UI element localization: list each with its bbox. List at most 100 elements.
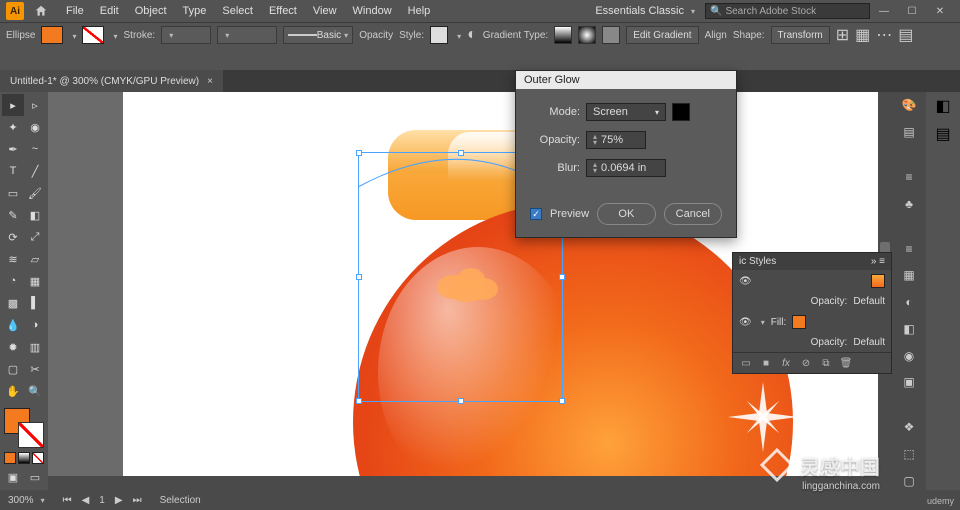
color-mode-gradient[interactable] <box>18 452 30 464</box>
brush-def-dropdown[interactable]: Basic <box>283 26 353 44</box>
horizontal-scrollbar[interactable] <box>48 476 878 490</box>
mode-dropdown[interactable]: Screen▾ <box>586 103 666 121</box>
menu-select[interactable]: Select <box>214 3 261 19</box>
add-stroke-icon[interactable]: ▭ <box>739 356 753 370</box>
selection-handle[interactable] <box>356 150 362 156</box>
symbols-panel-icon[interactable]: ♣ <box>898 194 920 213</box>
slice-tool[interactable]: ✂ <box>24 358 46 380</box>
prev-page-icon[interactable]: ◀ <box>82 495 90 506</box>
menu-window[interactable]: Window <box>345 3 400 19</box>
eye-icon[interactable]: 👁 <box>739 276 752 287</box>
window-minimize-icon[interactable]: — <box>870 0 898 22</box>
lasso-tool[interactable]: ◉ <box>24 116 46 138</box>
edit-gradient-button[interactable]: Edit Gradient <box>626 26 698 44</box>
cancel-button[interactable]: Cancel <box>664 203 722 225</box>
delete-icon[interactable]: 🗑 <box>839 356 853 370</box>
selection-handle[interactable] <box>559 274 565 280</box>
fill-row-swatch[interactable] <box>792 315 806 329</box>
menu-view[interactable]: View <box>305 3 345 19</box>
appearance-thumb[interactable] <box>871 274 885 288</box>
direct-selection-tool[interactable]: ▹ <box>24 94 46 116</box>
zoom-level[interactable]: 300% <box>8 495 45 506</box>
add-fill-icon[interactable]: ■ <box>759 356 773 370</box>
artboard-tool[interactable]: ▢ <box>2 358 24 380</box>
menu-type[interactable]: Type <box>175 3 215 19</box>
eye-icon[interactable]: 👁 <box>739 317 752 328</box>
clear-appearance-icon[interactable]: ⊘ <box>799 356 813 370</box>
color-mode-solid[interactable] <box>4 452 16 464</box>
selection-handle[interactable] <box>458 150 464 156</box>
workspace-switcher[interactable]: Essentials Classic <box>585 3 705 19</box>
type-tool[interactable]: T <box>2 160 24 182</box>
align-pixel-icon[interactable]: ▦ <box>855 25 870 45</box>
gradient-linear-icon[interactable] <box>554 26 572 44</box>
transparency-panel-icon[interactable]: ◧ <box>898 319 920 338</box>
selection-tool[interactable]: ▸ <box>2 94 24 116</box>
blend-tool[interactable]: ◑ <box>24 314 46 336</box>
draw-normal-icon[interactable]: ▣ <box>2 466 24 488</box>
selection-handle[interactable] <box>356 398 362 404</box>
graphic-styles-panel-icon[interactable]: ▣ <box>898 373 920 392</box>
glow-color-swatch[interactable] <box>672 103 690 121</box>
symbol-sprayer-tool[interactable]: ✹ <box>2 336 24 358</box>
gradient-tool[interactable]: ▌ <box>24 292 46 314</box>
hand-tool[interactable]: ✋ <box>2 380 24 402</box>
preview-checkbox[interactable]: ✓ <box>530 208 542 220</box>
width-tool[interactable]: ≋ <box>2 248 24 270</box>
style-dropdown-icon[interactable] <box>454 26 461 44</box>
panel-menu-icon[interactable]: » ≡ <box>871 256 885 267</box>
gradient-panel-icon[interactable]: ◐ <box>898 293 920 312</box>
color-guide-panel-icon[interactable]: ▤ <box>935 124 950 144</box>
shape-builder-tool[interactable]: ◔ <box>2 270 24 292</box>
gradient-freeform-icon[interactable] <box>602 26 620 44</box>
tab-close-icon[interactable]: × <box>207 76 213 87</box>
search-input[interactable]: 🔍 Search Adobe Stock <box>705 3 870 19</box>
column-graph-tool[interactable]: ▥ <box>24 336 46 358</box>
fill-dropdown-icon[interactable] <box>69 26 76 44</box>
properties-panel-icon[interactable]: 🎨 <box>898 96 920 115</box>
color-panel-icon[interactable]: ◧ <box>935 96 950 116</box>
shape-btn-label[interactable]: Shape: <box>733 30 765 41</box>
selection-handle[interactable] <box>559 398 565 404</box>
blur-input[interactable]: ▴▾0.0694 in <box>586 159 666 177</box>
screen-mode-icon[interactable]: ▭ <box>24 466 46 488</box>
zoom-tool[interactable]: 🔍 <box>24 380 46 402</box>
next-page-icon[interactable]: ▶ <box>115 495 123 506</box>
eyedropper-tool[interactable]: 💧 <box>2 314 24 336</box>
panel-toggle-icon[interactable]: ▤ <box>898 25 913 45</box>
home-icon[interactable] <box>32 2 50 20</box>
rectangle-tool[interactable]: ▭ <box>2 182 24 204</box>
opacity-row-value[interactable]: Default <box>853 296 885 307</box>
scale-tool[interactable]: ⤢ <box>24 226 46 248</box>
magic-wand-tool[interactable]: ✦ <box>2 116 24 138</box>
brushes-panel-icon[interactable]: ≡ <box>898 168 920 187</box>
gradient-radial-icon[interactable] <box>578 26 596 44</box>
opacity-input[interactable]: ▴▾75% <box>586 131 646 149</box>
fill-swatch[interactable] <box>41 26 63 44</box>
paintbrush-tool[interactable]: 🖌 <box>24 182 46 204</box>
expand-icon[interactable] <box>758 317 765 328</box>
more-icon[interactable]: ⋯ <box>876 25 892 45</box>
add-effect-icon[interactable]: fx <box>779 356 793 370</box>
menu-edit[interactable]: Edit <box>92 3 127 19</box>
stroke-swatch[interactable] <box>82 26 104 44</box>
shaper-tool[interactable]: ✎ <box>2 204 24 226</box>
window-close-icon[interactable]: ✕ <box>926 0 954 22</box>
recolor-icon[interactable]: ◐ <box>467 26 477 44</box>
color-mode-none[interactable] <box>32 452 44 464</box>
align-label[interactable]: Align <box>705 30 727 41</box>
last-page-icon[interactable]: ⏭ <box>133 495 142 506</box>
ok-button[interactable]: OK <box>597 203 655 225</box>
document-tab[interactable]: Untitled-1* @ 300% (CMYK/GPU Preview) × <box>0 70 223 92</box>
selection-handle[interactable] <box>356 274 362 280</box>
fill-stroke-control[interactable] <box>2 406 46 450</box>
isolate-icon[interactable]: ⊞ <box>836 25 849 45</box>
eraser-tool[interactable]: ◧ <box>24 204 46 226</box>
curvature-tool[interactable]: ~ <box>24 138 46 160</box>
rotate-tool[interactable]: ⟳ <box>2 226 24 248</box>
stroke-dropdown-icon[interactable] <box>110 26 117 44</box>
line-tool[interactable]: ╱ <box>24 160 46 182</box>
menu-file[interactable]: File <box>58 3 92 19</box>
menu-help[interactable]: Help <box>400 3 439 19</box>
menu-object[interactable]: Object <box>127 3 175 19</box>
